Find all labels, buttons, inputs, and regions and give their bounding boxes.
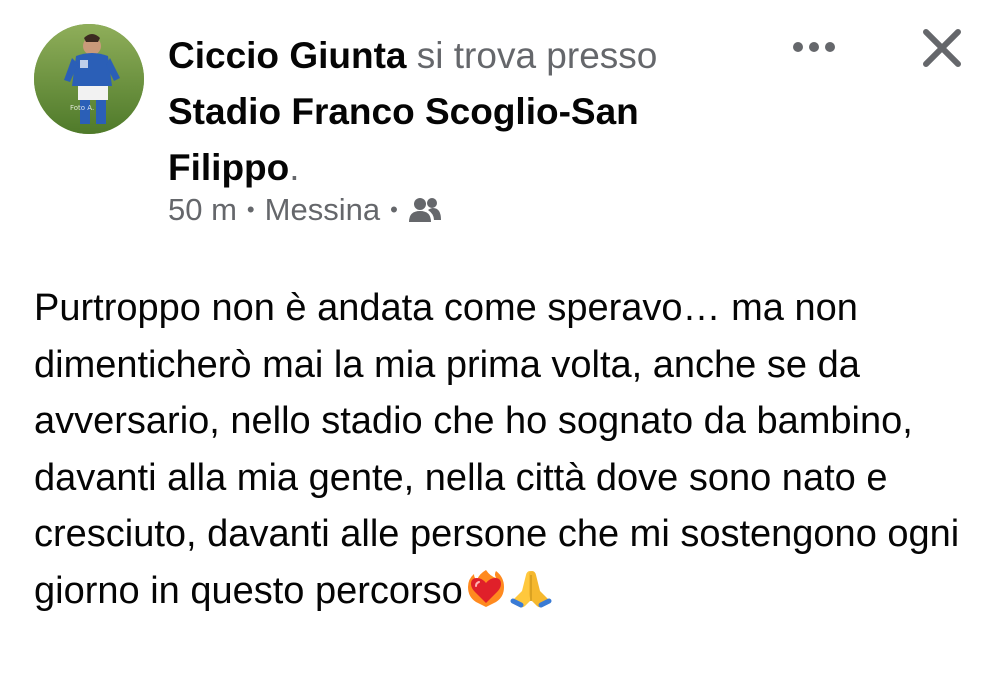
friends-icon-glyph bbox=[408, 198, 441, 222]
folded-hands-emoji bbox=[509, 567, 553, 626]
place-name[interactable]: Stadio Franco Scoglio-San Filippo bbox=[168, 91, 639, 188]
post-body: Purtroppo non è andata come speravo… ma … bbox=[34, 280, 974, 625]
close-button[interactable] bbox=[914, 20, 970, 76]
meta-separator: • bbox=[390, 197, 398, 222]
close-icon bbox=[923, 29, 961, 67]
timestamp[interactable]: 50 m bbox=[168, 192, 237, 228]
meta-separator: • bbox=[246, 197, 255, 222]
profile-photo: Foto A. bbox=[34, 24, 144, 134]
more-options-button[interactable] bbox=[786, 30, 842, 64]
heart-on-fire-emoji bbox=[465, 567, 507, 626]
location-name[interactable]: Messina bbox=[265, 192, 380, 228]
place-line: Stadio Franco Scoglio-San Filippo. bbox=[168, 84, 748, 196]
avatar[interactable]: Foto A. bbox=[34, 24, 144, 134]
post-header: Ciccio Giunta si trova presso Stadio Fra… bbox=[168, 28, 748, 196]
facebook-post: Foto A. Ciccio Giunta si trova presso St… bbox=[0, 0, 998, 674]
author-name[interactable]: Ciccio Giunta bbox=[168, 35, 406, 76]
post-message: Purtroppo non è andata come speravo… ma … bbox=[34, 287, 960, 612]
svg-text:Foto A.: Foto A. bbox=[70, 104, 94, 112]
friends-icon[interactable] bbox=[408, 196, 442, 224]
checkin-action-text: si trova presso bbox=[416, 35, 658, 76]
more-options-icon bbox=[793, 42, 835, 52]
place-suffix: . bbox=[289, 147, 300, 188]
post-meta: 50 m • Messina • bbox=[168, 192, 442, 228]
